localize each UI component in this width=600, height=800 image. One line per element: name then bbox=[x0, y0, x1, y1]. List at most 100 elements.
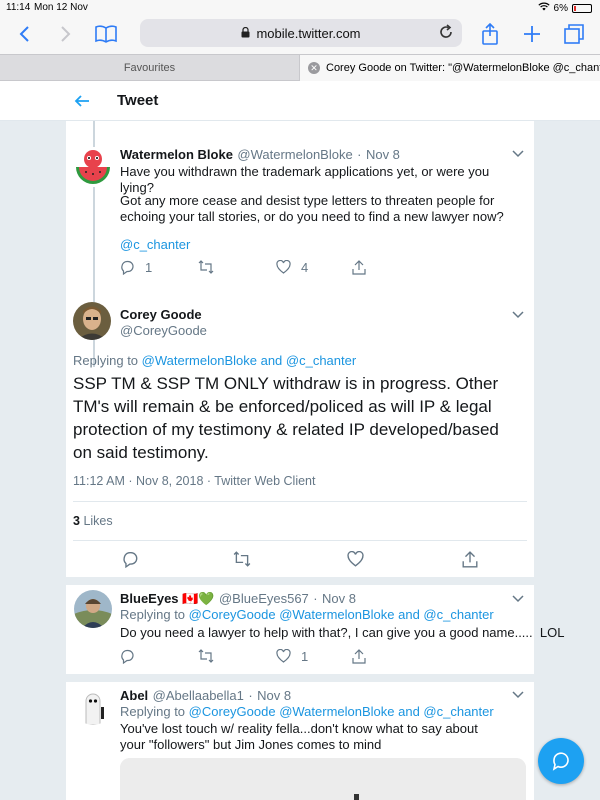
retweet-icon bbox=[198, 260, 214, 274]
reply-icon bbox=[123, 551, 138, 568]
tweet-text: SSP TM & SSP TM ONLY withdraw is in prog… bbox=[73, 374, 499, 462]
tweet-column: Watermelon Bloke @WatermelonBloke · Nov … bbox=[66, 121, 564, 800]
share-icon bbox=[352, 259, 366, 275]
address-bar[interactable]: mobile.twitter.com bbox=[140, 19, 462, 47]
retweet-button[interactable] bbox=[198, 649, 214, 663]
avatar[interactable] bbox=[74, 590, 112, 628]
replying-to: Replying to @CoreyGoode @WatermelonBloke… bbox=[120, 607, 494, 622]
share-icon bbox=[352, 648, 366, 664]
avatar[interactable] bbox=[74, 147, 112, 185]
like-button[interactable] bbox=[347, 551, 364, 567]
chevron-down-icon[interactable] bbox=[512, 690, 524, 702]
like-button[interactable]: 1 bbox=[276, 649, 308, 664]
tweet-date[interactable]: Nov 8 bbox=[366, 147, 400, 162]
battery-icon bbox=[572, 3, 592, 13]
replying-to: Replying to @WatermelonBloke and @c_chan… bbox=[73, 353, 356, 368]
author-handle[interactable]: @WatermelonBloke bbox=[237, 147, 352, 162]
twitter-header: Tweet bbox=[0, 81, 600, 121]
reply-icon bbox=[121, 649, 134, 664]
tweet-text: Have you withdrawn the trademark applica… bbox=[120, 164, 490, 195]
reply-count: 1 bbox=[145, 259, 153, 275]
reply-button[interactable]: 1 bbox=[120, 260, 152, 275]
author-handle[interactable]: @BlueEyes567 bbox=[219, 591, 309, 606]
retweet-button[interactable] bbox=[233, 551, 251, 567]
compose-button[interactable] bbox=[538, 738, 584, 784]
tweet-actions: 1 bbox=[120, 648, 420, 664]
likes-summary[interactable]: 3 Likes bbox=[73, 514, 113, 528]
share-button[interactable] bbox=[352, 259, 366, 275]
book-icon[interactable] bbox=[92, 20, 120, 48]
back-arrow-icon[interactable] bbox=[74, 90, 90, 115]
likes-label: Likes bbox=[83, 514, 113, 528]
reply-icon bbox=[121, 260, 134, 275]
author-name[interactable]: Abel bbox=[120, 688, 148, 703]
replying-to-link[interactable]: @CoreyGoode @WatermelonBloke and @c_chan… bbox=[189, 704, 494, 719]
chevron-right-icon[interactable] bbox=[52, 20, 80, 48]
separator-dot: · bbox=[248, 688, 253, 703]
avatar[interactable] bbox=[74, 687, 112, 725]
tab-label: Corey Goode on Twitter: "@WatermelonBlok… bbox=[326, 62, 600, 74]
like-count: 4 bbox=[301, 259, 309, 275]
chevron-left-icon[interactable] bbox=[10, 20, 38, 48]
reply-button[interactable] bbox=[120, 649, 135, 664]
divider bbox=[73, 501, 527, 502]
page-title: Tweet bbox=[117, 92, 159, 109]
tweet-date[interactable]: Nov 8 bbox=[322, 591, 356, 606]
status-time: 11:14 bbox=[6, 2, 31, 13]
status-bar: 11:14 Mon 12 Nov 6% bbox=[0, 0, 600, 14]
close-icon[interactable]: ✕ bbox=[308, 62, 320, 74]
avatar[interactable] bbox=[73, 302, 111, 340]
share-icon bbox=[462, 550, 478, 568]
like-button[interactable]: 4 bbox=[276, 260, 308, 275]
thread-line bbox=[93, 187, 95, 367]
mention-link[interactable]: @c_chanter bbox=[120, 237, 190, 253]
retweet-icon bbox=[233, 551, 251, 567]
plus-icon[interactable] bbox=[518, 20, 546, 48]
tweet-text: You've lost touch w/ reality fella...don… bbox=[120, 721, 478, 752]
separator-dot: · bbox=[357, 147, 362, 162]
heart-icon bbox=[347, 551, 364, 567]
author-handle[interactable]: @CoreyGoode bbox=[120, 323, 207, 338]
tweet-media[interactable] bbox=[120, 758, 526, 800]
tab-strip: Favourites ✕ Corey Goode on Twitter: "@W… bbox=[0, 54, 600, 81]
separator-dot: · bbox=[313, 591, 318, 606]
replying-to: Replying to @CoreyGoode @WatermelonBloke… bbox=[120, 704, 494, 719]
like-count: 1 bbox=[301, 648, 309, 664]
tweet-actions: 1 4 bbox=[120, 259, 420, 275]
replying-prefix: Replying to bbox=[120, 607, 186, 622]
tweet-text: Do you need a lawyer to help with that?,… bbox=[120, 625, 565, 640]
url-text: mobile.twitter.com bbox=[256, 25, 361, 41]
replying-prefix: Replying to bbox=[73, 353, 139, 368]
share-icon[interactable] bbox=[476, 20, 504, 48]
tweet-timestamp[interactable]: 11:12 AM · Nov 8, 2018 · Twitter Web Cli… bbox=[73, 474, 315, 488]
chevron-down-icon[interactable] bbox=[512, 310, 524, 322]
chevron-down-icon[interactable] bbox=[512, 594, 524, 606]
tab-current[interactable]: ✕ Corey Goode on Twitter: "@WatermelonBl… bbox=[300, 55, 600, 81]
author-name[interactable]: Watermelon Bloke bbox=[120, 147, 233, 162]
divider bbox=[66, 577, 534, 585]
divider bbox=[66, 674, 534, 682]
divider bbox=[73, 540, 527, 541]
retweet-button[interactable] bbox=[198, 260, 214, 274]
share-button[interactable] bbox=[352, 648, 366, 664]
chevron-down-icon[interactable] bbox=[512, 149, 524, 161]
reply-button[interactable] bbox=[122, 551, 139, 568]
wifi-icon bbox=[537, 2, 550, 14]
author-name[interactable]: BlueEyes 🇨🇦💚 bbox=[120, 591, 215, 606]
heart-icon bbox=[276, 649, 291, 663]
status-date: Mon 12 Nov bbox=[34, 2, 88, 13]
reload-icon[interactable] bbox=[438, 24, 454, 43]
replying-to-link[interactable]: @WatermelonBloke and @c_chanter bbox=[142, 353, 357, 368]
replying-prefix: Replying to bbox=[120, 704, 186, 719]
author-name[interactable]: Corey Goode bbox=[120, 307, 202, 322]
tabs-icon[interactable] bbox=[560, 20, 588, 48]
replying-to-link[interactable]: @CoreyGoode @WatermelonBloke and @c_chan… bbox=[189, 607, 494, 622]
tab-favourites[interactable]: Favourites bbox=[0, 55, 300, 81]
retweet-icon bbox=[198, 649, 214, 663]
author-handle[interactable]: @Abellaabella1 bbox=[153, 688, 244, 703]
share-button[interactable] bbox=[462, 550, 478, 568]
battery-percent: 6% bbox=[553, 2, 568, 14]
compose-icon bbox=[552, 752, 569, 771]
thread-line bbox=[93, 121, 95, 147]
tweet-date[interactable]: Nov 8 bbox=[257, 688, 291, 703]
